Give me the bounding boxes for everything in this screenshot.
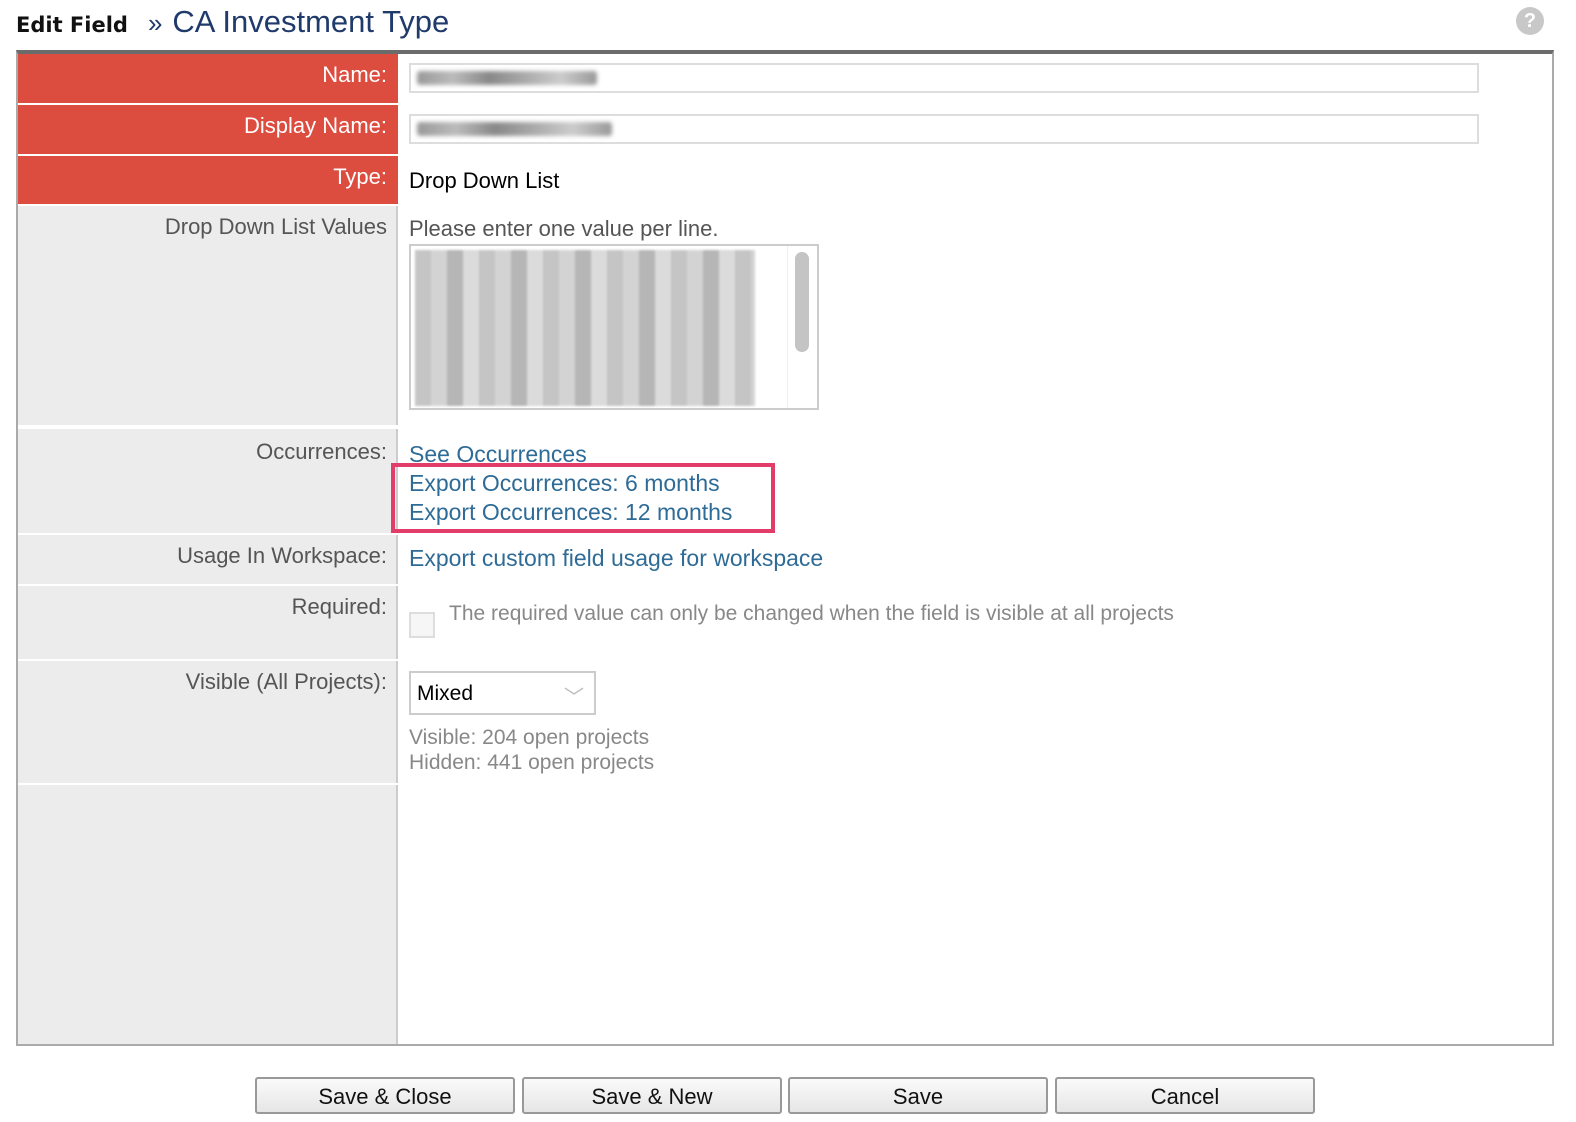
required-label: Required: bbox=[18, 586, 398, 661]
visible-label: Visible (All Projects): bbox=[18, 661, 398, 785]
edit-field-form: Name: Display Name: Type: Drop Down List… bbox=[16, 50, 1554, 1046]
display-name-label: Display Name: bbox=[18, 105, 398, 156]
visible-row: Visible (All Projects): Mixed ﹀ Visible:… bbox=[18, 661, 1552, 785]
type-value: Drop Down List bbox=[409, 168, 560, 193]
type-label: Type: bbox=[18, 156, 398, 206]
display-name-row: Display Name: bbox=[18, 105, 1552, 156]
name-label: Name: bbox=[18, 54, 398, 105]
name-input[interactable] bbox=[409, 63, 1479, 93]
save-button[interactable]: Save bbox=[788, 1077, 1048, 1114]
ddl-values-hint: Please enter one value per line. bbox=[409, 216, 719, 241]
ddl-values-textarea[interactable] bbox=[409, 244, 819, 410]
visible-count: Visible: 204 open projects bbox=[409, 726, 650, 749]
required-row: Required: The required value can only be… bbox=[18, 586, 1552, 661]
help-icon[interactable]: ? bbox=[1516, 7, 1544, 35]
occurrences-label: Occurrences: bbox=[18, 431, 398, 535]
chevron-down-icon: ﹀ bbox=[564, 687, 584, 709]
export-usage-link[interactable]: Export custom field usage for workspace bbox=[409, 545, 823, 572]
redacted-values bbox=[415, 250, 755, 406]
usage-link-wrap: Export custom field usage for workspace bbox=[409, 545, 823, 572]
display-name-input[interactable] bbox=[409, 114, 1479, 144]
page-header: Edit Field » CA Investment Type bbox=[16, 4, 449, 40]
redacted-value bbox=[417, 122, 612, 136]
required-checkbox[interactable] bbox=[409, 612, 435, 638]
visibility-summary: Visible: 204 open projects Hidden: 441 o… bbox=[409, 725, 654, 775]
save-close-button[interactable]: Save & Close bbox=[255, 1077, 515, 1114]
occurrences-row: Occurrences: See Occurrences Export Occu… bbox=[18, 431, 1552, 535]
highlight-box bbox=[391, 463, 775, 533]
scrollbar[interactable] bbox=[787, 246, 817, 408]
page-title: CA Investment Type bbox=[172, 4, 450, 39]
section-label: Edit Field bbox=[16, 13, 128, 37]
redacted-value bbox=[417, 71, 597, 85]
ddl-values-row: Drop Down List Values Please enter one v… bbox=[18, 206, 1552, 429]
cancel-button[interactable]: Cancel bbox=[1055, 1077, 1315, 1114]
usage-label: Usage In Workspace: bbox=[18, 535, 398, 586]
ddl-values-label: Drop Down List Values bbox=[18, 206, 398, 427]
required-note: The required value can only be changed w… bbox=[449, 602, 1174, 625]
scrollbar-thumb[interactable] bbox=[795, 252, 809, 352]
visible-select[interactable]: Mixed ﹀ bbox=[409, 671, 596, 715]
breadcrumb-separator: » bbox=[147, 8, 163, 38]
hidden-count: Hidden: 441 open projects bbox=[409, 751, 655, 774]
visible-select-value: Mixed bbox=[417, 682, 474, 705]
type-row: Type: Drop Down List bbox=[18, 156, 1552, 206]
save-new-button[interactable]: Save & New bbox=[522, 1077, 782, 1114]
usage-row: Usage In Workspace: Export custom field … bbox=[18, 535, 1552, 586]
name-row: Name: bbox=[18, 54, 1552, 105]
